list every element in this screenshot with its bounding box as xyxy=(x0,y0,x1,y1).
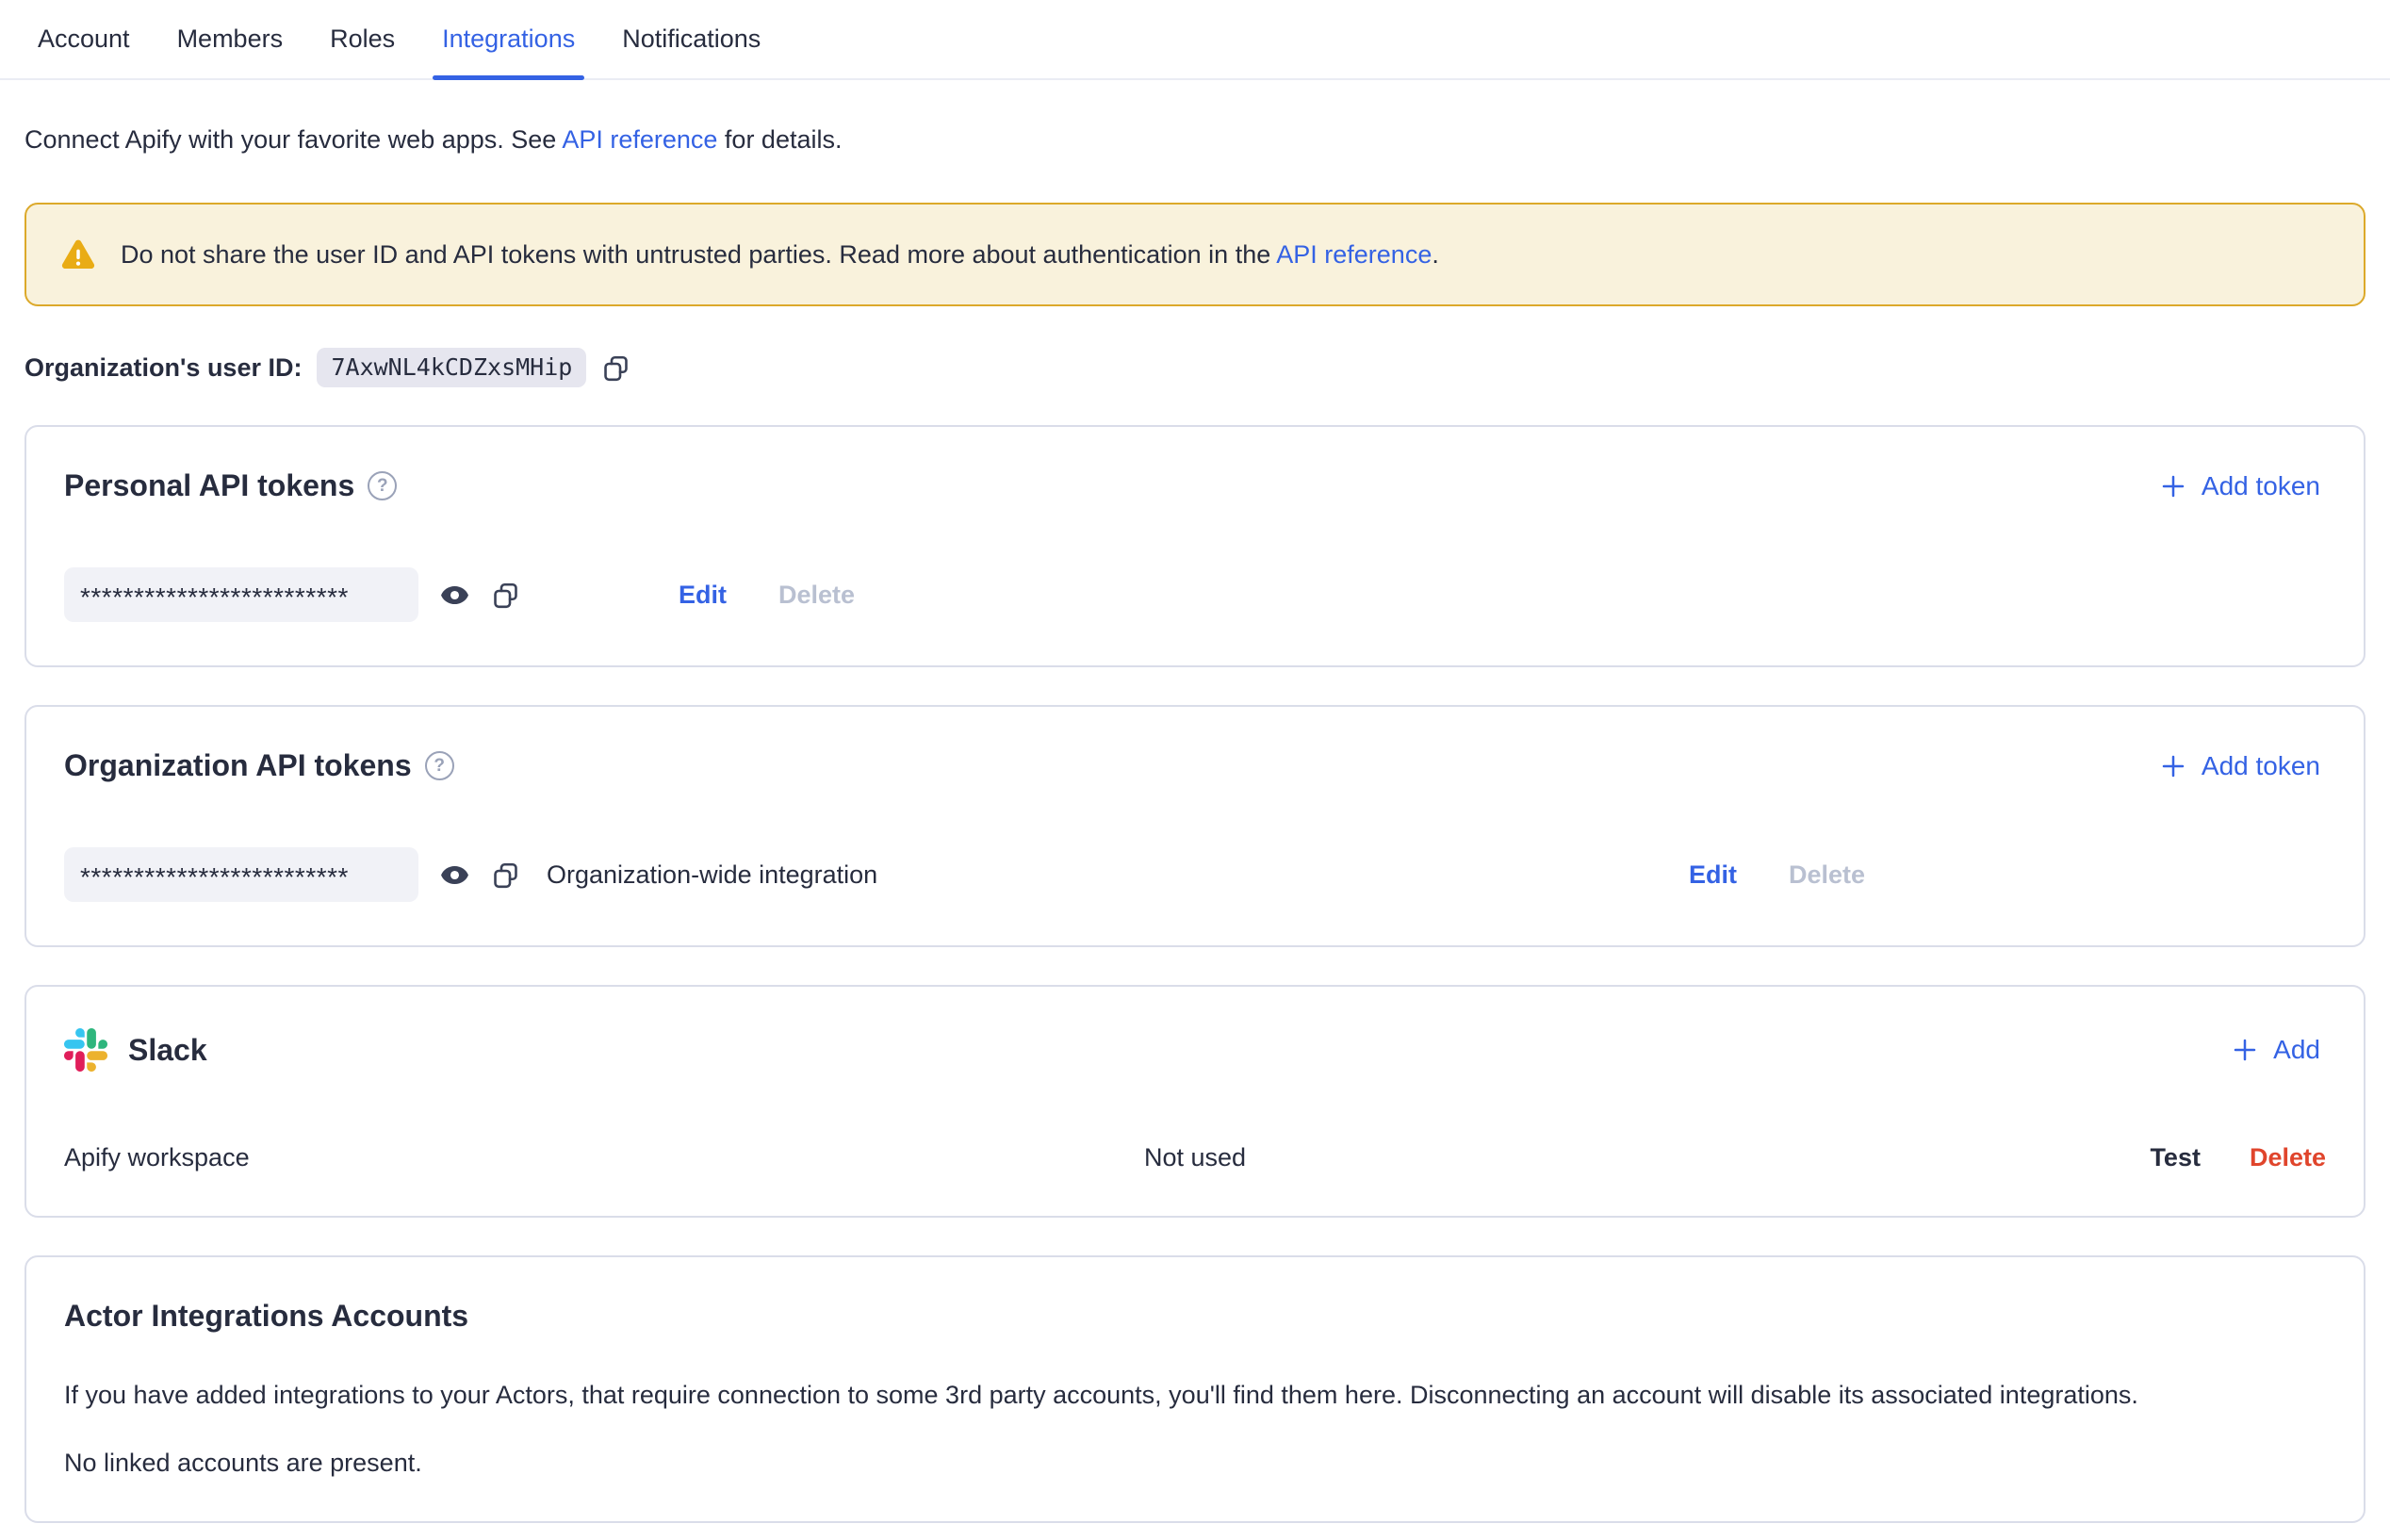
plus-icon xyxy=(2159,472,2187,500)
copy-icon xyxy=(491,860,520,890)
organization-api-tokens-card: Organization API tokens ? Add token ****… xyxy=(25,705,2365,947)
copy-icon xyxy=(601,353,630,383)
settings-tabbar: Account Members Roles Integrations Notif… xyxy=(0,0,2390,80)
actor-integrations-empty-text: No linked accounts are present. xyxy=(64,1449,2326,1478)
personal-api-tokens-card: Personal API tokens ? Add token ********… xyxy=(25,425,2365,667)
actor-integrations-card: Actor Integrations Accounts If you have … xyxy=(25,1255,2365,1523)
add-organization-token-label: Add token xyxy=(2202,751,2320,781)
show-organization-token-button[interactable] xyxy=(440,860,469,890)
help-glyph: ? xyxy=(377,476,388,497)
slack-title: Slack xyxy=(128,1033,207,1068)
edit-organization-token-button[interactable]: Edit xyxy=(1689,860,1737,890)
add-personal-token-button[interactable]: Add token xyxy=(2153,470,2326,502)
delete-slack-button[interactable]: Delete xyxy=(2250,1143,2326,1172)
warning-text-after: . xyxy=(1432,240,1439,269)
plus-icon xyxy=(2231,1036,2259,1064)
plus-icon xyxy=(2159,752,2187,780)
org-user-id-label: Organization's user ID: xyxy=(25,353,302,383)
org-user-id-row: Organization's user ID: 7AxwNL4kCDZxsMHi… xyxy=(25,348,2365,387)
help-icon[interactable]: ? xyxy=(425,751,454,780)
copy-user-id-button[interactable] xyxy=(601,353,630,383)
delete-personal-token-button[interactable]: Delete xyxy=(778,581,855,610)
slack-workspace-row: Apify workspace Not used Test Delete xyxy=(64,1143,2326,1172)
personal-token-masked-field[interactable]: ************************* xyxy=(64,567,418,622)
api-reference-link[interactable]: API reference xyxy=(562,125,717,154)
tab-notifications-label: Notifications xyxy=(622,25,761,54)
help-glyph: ? xyxy=(434,756,445,777)
warning-banner: Do not share the user ID and API tokens … xyxy=(25,203,2365,306)
add-personal-token-label: Add token xyxy=(2202,471,2320,501)
add-slack-button[interactable]: Add xyxy=(2225,1034,2326,1066)
organization-tokens-header: Organization API tokens ? Add token xyxy=(64,748,2326,783)
show-personal-token-button[interactable] xyxy=(440,581,469,610)
slack-status: Not used xyxy=(1144,1143,1246,1172)
tab-integrations[interactable]: Integrations xyxy=(431,0,586,78)
warning-text: Do not share the user ID and API tokens … xyxy=(121,240,1439,270)
intro-text: Connect Apify with your favorite web app… xyxy=(25,123,2365,156)
slack-workspace-name: Apify workspace xyxy=(64,1143,1144,1172)
tab-roles-label: Roles xyxy=(330,25,395,54)
slack-header: Slack Add xyxy=(64,1028,2326,1072)
test-slack-button[interactable]: Test xyxy=(2150,1143,2201,1172)
actor-integrations-description: If you have added integrations to your A… xyxy=(64,1379,2326,1411)
tab-account[interactable]: Account xyxy=(26,0,141,78)
personal-token-actions: Edit Delete xyxy=(679,581,855,610)
intro-text-before: Connect Apify with your favorite web app… xyxy=(25,125,562,154)
slack-card: Slack Add Apify workspace Not used Test … xyxy=(25,985,2365,1218)
slack-logo-icon xyxy=(64,1028,107,1072)
tab-roles[interactable]: Roles xyxy=(319,0,406,78)
add-organization-token-button[interactable]: Add token xyxy=(2153,750,2326,782)
tab-account-label: Account xyxy=(38,25,130,54)
personal-tokens-title: Personal API tokens xyxy=(64,468,354,503)
eye-icon xyxy=(440,581,469,610)
copy-personal-token-button[interactable] xyxy=(491,581,520,610)
copy-organization-token-button[interactable] xyxy=(491,860,520,890)
actor-integrations-title: Actor Integrations Accounts xyxy=(64,1299,2326,1334)
organization-token-actions: Edit Delete xyxy=(1689,860,1865,890)
tab-notifications[interactable]: Notifications xyxy=(611,0,772,78)
copy-icon xyxy=(491,581,520,610)
delete-organization-token-button[interactable]: Delete xyxy=(1789,860,1865,890)
integrations-page: Connect Apify with your favorite web app… xyxy=(0,123,2390,1523)
intro-text-after: for details. xyxy=(717,125,842,154)
organization-tokens-title: Organization API tokens xyxy=(64,748,412,783)
active-tab-underline xyxy=(433,75,584,80)
personal-token-row: ************************* Edit Delete xyxy=(64,567,2326,622)
org-user-id-value: 7AxwNL4kCDZxsMHip xyxy=(317,348,586,387)
edit-personal-token-button[interactable]: Edit xyxy=(679,581,727,610)
warning-triangle-icon xyxy=(60,237,96,272)
help-icon[interactable]: ? xyxy=(368,471,397,500)
warning-text-before: Do not share the user ID and API tokens … xyxy=(121,240,1276,269)
tab-members-label: Members xyxy=(177,25,284,54)
organization-token-masked-field[interactable]: ************************* xyxy=(64,847,418,902)
tab-members[interactable]: Members xyxy=(166,0,295,78)
slack-actions: Test Delete xyxy=(2150,1143,2326,1172)
organization-token-row: ************************* Organization-w… xyxy=(64,847,2326,902)
organization-token-description: Organization-wide integration xyxy=(547,860,877,890)
tab-integrations-label: Integrations xyxy=(442,25,575,54)
warning-api-reference-link[interactable]: API reference xyxy=(1276,240,1432,269)
eye-icon xyxy=(440,860,469,890)
personal-tokens-header: Personal API tokens ? Add token xyxy=(64,468,2326,503)
add-slack-label: Add xyxy=(2273,1035,2320,1065)
